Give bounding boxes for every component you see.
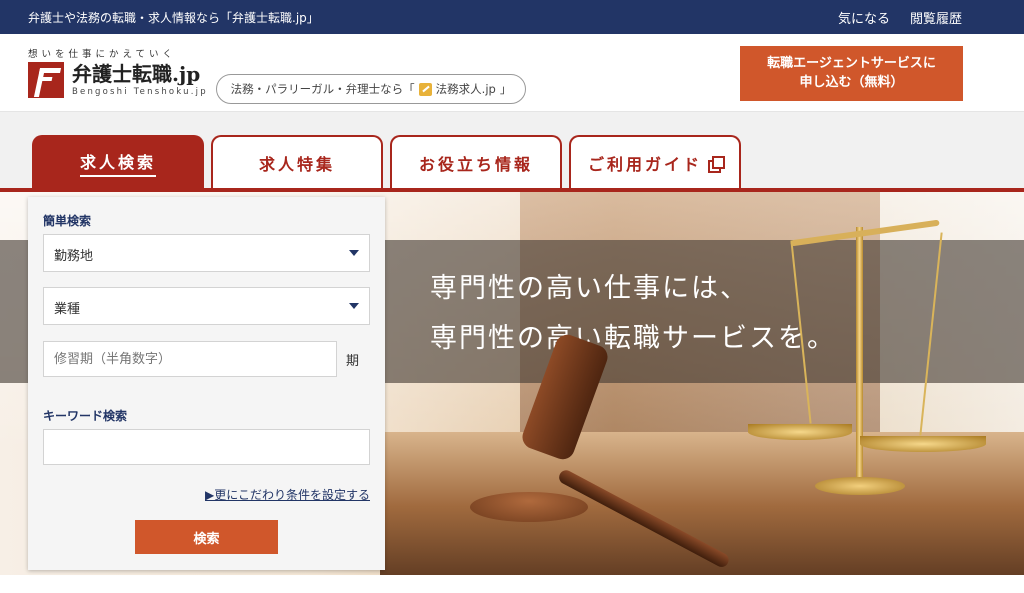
tab-label: ご利用ガイド bbox=[587, 154, 702, 174]
tab-job-features[interactable]: 求人特集 bbox=[211, 135, 383, 188]
top-bar: 弁護士や法務の転職・求人情報なら「弁護士転職.jp」 気になる 閲覧履歴 bbox=[0, 0, 1024, 34]
sister-logo-icon bbox=[418, 82, 432, 96]
keyword-input[interactable] bbox=[43, 429, 370, 465]
cta-line-1: 転職エージェントサービスに bbox=[767, 56, 936, 71]
site-tagline: 弁護士や法務の転職・求人情報なら「弁護士転職.jp」 bbox=[28, 11, 319, 25]
tab-label: 求人特集 bbox=[258, 154, 335, 174]
logo-main-text: 弁護士転職.jp bbox=[72, 62, 201, 86]
logo-sub-text: Bengoshi Tenshoku.jp bbox=[72, 87, 208, 97]
location-select[interactable]: 勤務地 bbox=[43, 234, 370, 272]
sister-suffix: 」 bbox=[499, 82, 512, 96]
agent-signup-button[interactable]: 転職エージェントサービスに 申し込む（無料） bbox=[740, 46, 963, 101]
sister-prefix: 法務・パラリーガル・弁理士なら「 bbox=[230, 82, 415, 96]
category-select[interactable]: 業種 bbox=[43, 287, 370, 325]
hero-line-2: 専門性の高い転職サービスを。 bbox=[430, 323, 836, 354]
hero-catchcopy: 専門性の高い仕事には、 専門性の高い転職サービスを。 bbox=[430, 264, 836, 364]
tab-usage-guide[interactable]: ご利用ガイド bbox=[569, 135, 741, 188]
external-link-icon bbox=[708, 155, 725, 173]
scales-of-justice-icon bbox=[856, 227, 863, 487]
chevron-down-icon bbox=[349, 303, 359, 309]
main-nav: 求人検索 求人特集 お役立ち情報 ご利用ガイド bbox=[0, 112, 1024, 192]
favorites-link[interactable]: 気になる bbox=[838, 8, 890, 27]
cta-line-2: 申し込む（無料） bbox=[799, 75, 904, 90]
chevron-down-icon bbox=[349, 250, 359, 256]
catchphrase: 想いを仕事にかえていく bbox=[28, 49, 177, 60]
sister-name: 法務求人.jp bbox=[435, 82, 496, 96]
tab-label: お役立ち情報 bbox=[418, 154, 533, 174]
scale-pan-right bbox=[860, 436, 986, 452]
logo-mark-icon bbox=[28, 62, 64, 98]
scale-pan-left bbox=[748, 424, 852, 440]
tab-job-search[interactable]: 求人検索 bbox=[32, 135, 204, 188]
training-term-input[interactable] bbox=[43, 341, 337, 377]
scale-foot bbox=[815, 477, 905, 495]
history-link[interactable]: 閲覧履歴 bbox=[910, 8, 962, 27]
gavel-block-icon bbox=[470, 492, 588, 522]
search-panel: 簡単検索 勤務地 業種 期 キーワード検索 ▶更にこだわり条件を設定する 検索 bbox=[28, 197, 385, 570]
location-select-label: 勤務地 bbox=[54, 249, 94, 264]
advanced-conditions-link[interactable]: ▶更にこだわり条件を設定する bbox=[205, 486, 370, 503]
tab-useful-info[interactable]: お役立ち情報 bbox=[390, 135, 562, 188]
category-select-label: 業種 bbox=[54, 302, 81, 317]
simple-search-title: 簡単検索 bbox=[43, 214, 92, 228]
tab-label: 求人検索 bbox=[79, 149, 156, 177]
site-logo[interactable]: 弁護士転職.jp Bengoshi Tenshoku.jp bbox=[28, 62, 208, 98]
keyword-search-title: キーワード検索 bbox=[43, 409, 128, 423]
term-suffix-label: 期 bbox=[346, 354, 360, 369]
hero-line-1: 専門性の高い仕事には、 bbox=[430, 273, 749, 304]
search-button[interactable]: 検索 bbox=[135, 520, 278, 554]
sister-site-link[interactable]: 法務・パラリーガル・弁理士なら「 法務求人.jp 」 bbox=[216, 74, 526, 104]
logo-text: 弁護士転職.jp Bengoshi Tenshoku.jp bbox=[72, 63, 208, 97]
top-links: 気になる 閲覧履歴 bbox=[838, 8, 962, 27]
